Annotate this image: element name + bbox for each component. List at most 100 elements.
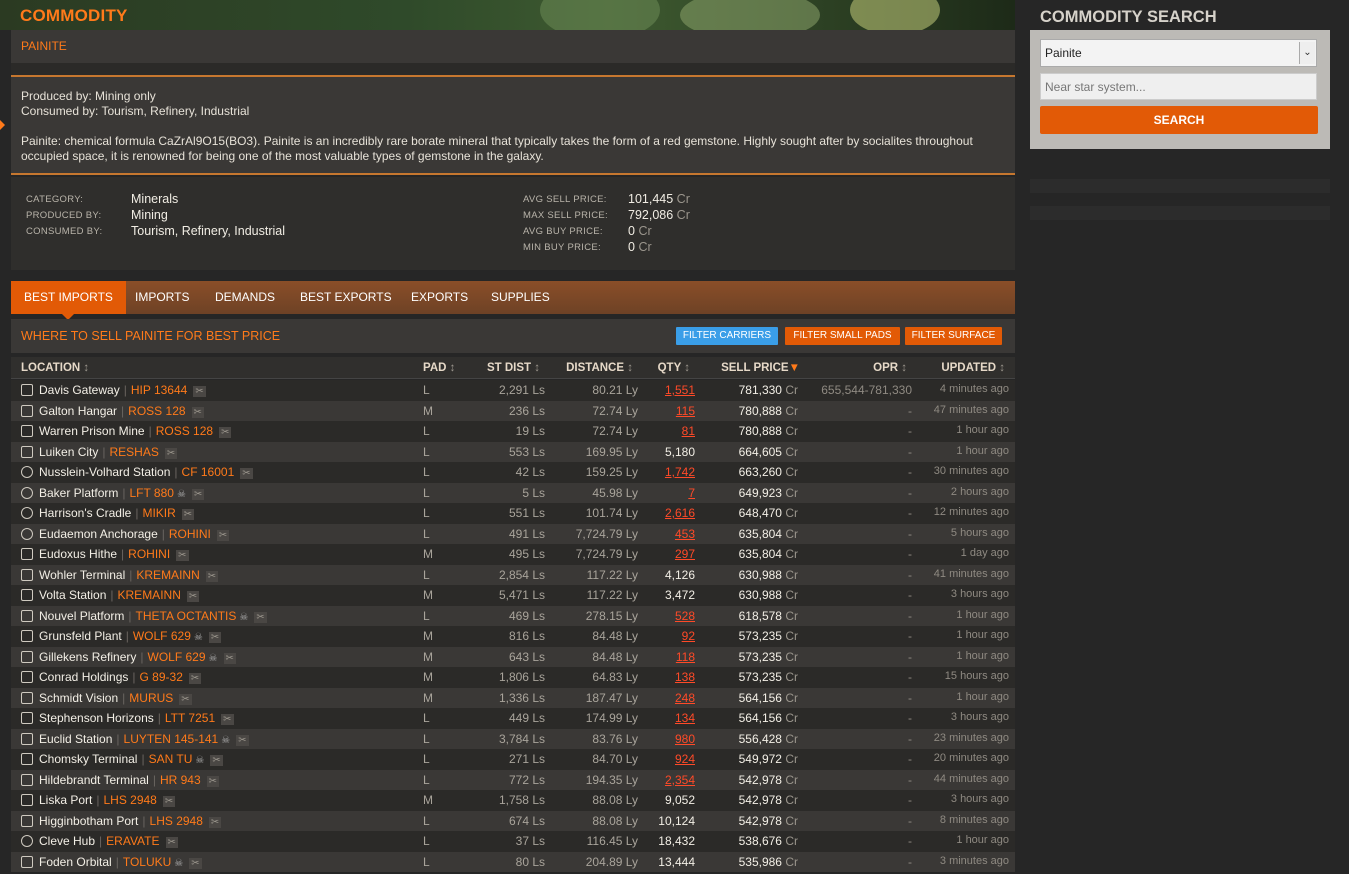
copy-icon[interactable]: ✂: [240, 468, 253, 479]
copy-icon[interactable]: ✂: [216, 529, 230, 541]
station-name[interactable]: Galton Hangar: [39, 404, 117, 418]
table-row[interactable]: Volta Station | KREMAINN ✂ M 5,471 Ls 117.22 L…: [11, 585, 1015, 606]
copy-icon[interactable]: ✂: [206, 775, 220, 787]
system-name[interactable]: THETA OCTANTIS: [136, 609, 237, 623]
system-name[interactable]: LUYTEN 145-141: [124, 732, 219, 746]
table-row[interactable]: Nusslein-Volhard Station | CF 16001 ✂ L 42 Ls…: [11, 462, 1015, 483]
station-name[interactable]: Davis Gateway: [39, 383, 120, 397]
system-name[interactable]: LHS 2948: [103, 793, 156, 807]
search-button[interactable]: SEARCH: [1040, 106, 1318, 134]
station-name[interactable]: Eudaemon Anchorage: [39, 527, 158, 541]
copy-icon[interactable]: ✂: [162, 796, 176, 807]
table-row[interactable]: Eudoxus Hithe | ROHINI ✂ M 495 Ls 7,724.79 Ly 2…: [11, 544, 1015, 565]
table-row[interactable]: Wohler Terminal | KREMAINN ✂ L 2,854 Ls 117.22…: [11, 564, 1015, 585]
tab-supplies[interactable]: SUPPLIES: [478, 281, 563, 314]
copy-icon[interactable]: ✂: [223, 652, 236, 664]
system-name[interactable]: LFT 880: [129, 486, 173, 500]
station-name[interactable]: Harrison's Cradle: [39, 506, 131, 520]
system-name[interactable]: WOLF 629: [148, 650, 206, 664]
filter-carriers-button[interactable]: FILTER CARRIERS: [676, 327, 778, 345]
table-row[interactable]: Liska Port | LHS 2948 ✂ M 1,758 Ls 88.08 Ly 9,0…: [11, 790, 1015, 811]
table-row[interactable]: Conrad Holdings | G 89-32 ✂ M 1,806 Ls 64.83 L…: [11, 667, 1015, 688]
copy-icon[interactable]: ✂: [191, 488, 205, 500]
filter-surface-button[interactable]: FILTER SURFACE: [905, 327, 1002, 345]
tab-imports[interactable]: IMPORTS: [122, 281, 202, 314]
table-row[interactable]: Baker Platform | LFT 880 ☠ ✂ L 5 Ls 45.98 Ly 7 64…: [11, 482, 1015, 503]
tab-best-imports[interactable]: BEST IMPORTS: [11, 281, 126, 320]
system-name[interactable]: ROSS 128: [156, 424, 213, 438]
system-name[interactable]: WOLF 629: [133, 629, 191, 643]
system-name[interactable]: KREMAINN: [118, 588, 181, 602]
system-name[interactable]: ROHINI: [169, 527, 211, 541]
copy-icon[interactable]: ✂: [191, 406, 204, 418]
col-qty[interactable]: QTY ↕: [658, 362, 690, 374]
table-row[interactable]: Foden Orbital | TOLUKU ☠ ✂ L 80 Ls 204.89 Ly 13,…: [11, 851, 1015, 872]
station-name[interactable]: Hildebrandt Terminal: [39, 773, 149, 787]
table-row[interactable]: Gillekens Refinery | WOLF 629 ☠ ✂ M 643 Ls 84.4…: [11, 646, 1015, 667]
station-name[interactable]: Volta Station: [39, 588, 106, 602]
copy-icon[interactable]: ✂: [164, 447, 178, 459]
station-name[interactable]: Conrad Holdings: [39, 670, 128, 684]
table-row[interactable]: Harrison's Cradle | MIKIR ✂ L 551 Ls 101.74 Ly…: [11, 503, 1015, 524]
col-sell-price[interactable]: SELL PRICE▼: [721, 362, 800, 374]
filter-small-pads-button[interactable]: FILTER SMALL PADS: [785, 327, 900, 345]
system-name[interactable]: G 89-32: [140, 670, 183, 684]
station-name[interactable]: Grunsfeld Plant: [39, 629, 122, 643]
copy-icon[interactable]: ✂: [208, 632, 222, 643]
station-name[interactable]: Chomsky Terminal: [39, 752, 137, 766]
table-row[interactable]: Eudaemon Anchorage | ROHINI ✂ L 491 Ls 7,724.7…: [11, 523, 1015, 544]
table-row[interactable]: Stephenson Horizons | LTT 7251 ✂ L 449 Ls 174.…: [11, 708, 1015, 729]
copy-icon[interactable]: ✂: [165, 837, 178, 848]
station-name[interactable]: Nouvel Platform: [39, 609, 124, 623]
copy-icon[interactable]: ✂: [205, 570, 219, 582]
near-system-input[interactable]: Near star system...: [1040, 73, 1317, 100]
system-name[interactable]: LTT 7251: [165, 711, 215, 725]
station-name[interactable]: Nusslein-Volhard Station: [39, 465, 170, 479]
table-row[interactable]: Warren Prison Mine | ROSS 128 ✂ L 19 Ls 72.74 …: [11, 421, 1015, 442]
copy-icon[interactable]: ✂: [188, 673, 202, 684]
tab-exports[interactable]: EXPORTS: [398, 281, 481, 314]
system-name[interactable]: RESHAS: [110, 445, 159, 459]
table-row[interactable]: Nouvel Platform | THETA OCTANTIS ☠ ✂ L 469 Ls 2…: [11, 605, 1015, 626]
copy-icon[interactable]: ✂: [208, 816, 222, 828]
table-row[interactable]: Higginbotham Port | LHS 2948 ✂ L 674 Ls 88.08 …: [11, 810, 1015, 831]
col-distance[interactable]: DISTANCE ↕: [566, 362, 633, 374]
copy-icon[interactable]: ✂: [254, 611, 267, 623]
station-name[interactable]: Stephenson Horizons: [39, 711, 154, 725]
station-name[interactable]: Higginbotham Port: [39, 814, 138, 828]
col-location[interactable]: LOCATION ↕: [21, 362, 89, 374]
system-name[interactable]: ROHINI: [128, 547, 170, 561]
station-name[interactable]: Euclid Station: [39, 732, 112, 746]
table-row[interactable]: Cleve Hub | ERAVATE ✂ L 37 Ls 116.45 Ly 18,432 5…: [11, 831, 1015, 852]
system-name[interactable]: ROSS 128: [128, 404, 185, 418]
tab-best-exports[interactable]: BEST EXPORTS: [287, 281, 405, 314]
station-name[interactable]: Warren Prison Mine: [39, 424, 145, 438]
commodity-select[interactable]: Painite ⌄: [1040, 39, 1317, 67]
table-row[interactable]: Davis Gateway | HIP 13644 ✂ L 2,291 Ls 80.21 L…: [11, 380, 1015, 401]
system-name[interactable]: HIP 13644: [131, 383, 188, 397]
table-row[interactable]: Schmidt Vision | MURUS ✂ M 1,336 Ls 187.47 Ly 2…: [11, 687, 1015, 708]
copy-icon[interactable]: ✂: [210, 755, 223, 766]
table-row[interactable]: Grunsfeld Plant | WOLF 629 ☠ ✂ M 816 Ls 84.48 L…: [11, 626, 1015, 647]
copy-icon[interactable]: ✂: [189, 857, 202, 869]
station-name[interactable]: Schmidt Vision: [39, 691, 118, 705]
copy-icon[interactable]: ✂: [221, 714, 234, 725]
station-name[interactable]: Foden Orbital: [39, 855, 112, 869]
system-name[interactable]: TOLUKU: [123, 855, 171, 869]
system-name[interactable]: HR 943: [160, 773, 201, 787]
col-updated[interactable]: UPDATED ↕: [941, 362, 1005, 374]
table-row[interactable]: Euclid Station | LUYTEN 145-141 ☠ ✂ L 3,784 Ls…: [11, 728, 1015, 749]
copy-icon[interactable]: ✂: [176, 550, 189, 561]
station-name[interactable]: Liska Port: [39, 793, 92, 807]
system-name[interactable]: KREMAINN: [136, 568, 199, 582]
system-name[interactable]: CF 16001: [182, 465, 235, 479]
col-opr[interactable]: OPR ↕: [873, 362, 907, 374]
system-name[interactable]: MURUS: [129, 691, 173, 705]
copy-icon[interactable]: ✂: [219, 427, 232, 438]
copy-icon[interactable]: ✂: [181, 509, 195, 520]
copy-icon[interactable]: ✂: [179, 693, 192, 705]
copy-icon[interactable]: ✂: [193, 386, 206, 397]
system-name[interactable]: SAN TU: [149, 752, 193, 766]
copy-icon[interactable]: ✂: [236, 734, 249, 746]
tab-demands[interactable]: DEMANDS: [202, 281, 288, 314]
